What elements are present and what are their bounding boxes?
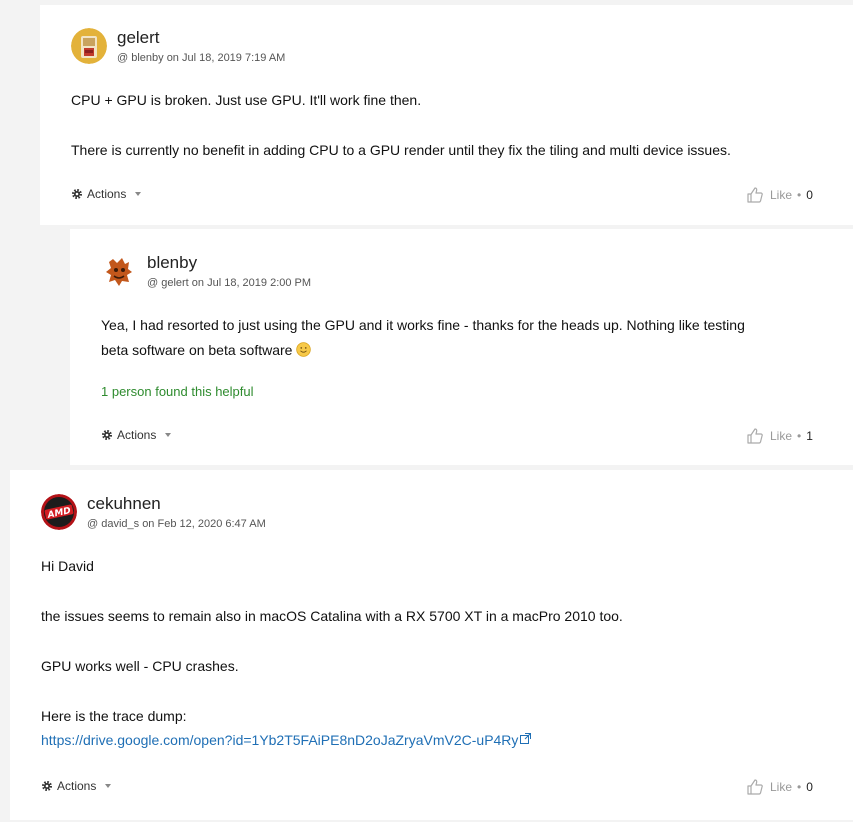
like-button[interactable]: Like <box>746 778 792 796</box>
like-count: 1 <box>806 429 813 443</box>
post-meta: @ david_s on Feb 12, 2020 6:47 AM <box>87 518 266 530</box>
comment-card-cekuhnen: AMD cekuhnen @ david_s on Feb 12, 2020 6… <box>10 470 853 820</box>
like-control: Like • 0 <box>746 186 813 204</box>
like-button[interactable]: Like <box>746 186 792 204</box>
author-name[interactable]: blenby <box>147 253 197 273</box>
actions-menu-button[interactable]: Actions <box>41 779 112 793</box>
thumbs-up-icon <box>747 428 763 444</box>
author-name[interactable]: gelert <box>117 28 160 48</box>
like-control: Like • 1 <box>746 427 813 445</box>
post-paragraph: CPU + GPU is broken. Just use GPU. It'll… <box>71 92 422 108</box>
chevron-down-icon <box>165 433 172 437</box>
post-paragraph: the issues seems to remain also in macOS… <box>41 608 623 624</box>
gear-icon <box>72 189 82 199</box>
avatar-blenby[interactable] <box>101 253 137 289</box>
post-paragraph: beta software on beta software <box>101 342 293 358</box>
post-meta: @ gelert on Jul 18, 2019 2:00 PM <box>147 277 312 289</box>
actions-label: Actions <box>117 428 157 442</box>
smiley-emoji-icon <box>296 342 312 357</box>
post-meta: @ blenby on Jul 18, 2019 7:19 AM <box>117 52 286 64</box>
like-label: Like <box>770 780 793 794</box>
trace-dump-link[interactable]: https://drive.google.com/open?id=1Yb2T5F… <box>41 732 518 748</box>
chevron-down-icon <box>135 192 142 196</box>
thumbs-up-icon <box>747 187 763 203</box>
trace-link-line: https://drive.google.com/open?id=1Yb2T5F… <box>41 728 532 752</box>
author-name[interactable]: cekuhnen <box>87 494 161 514</box>
like-count: 0 <box>806 188 813 202</box>
like-label: Like <box>770 429 793 443</box>
post-paragraph: GPU works well - CPU crashes. <box>41 658 239 674</box>
actions-label: Actions <box>87 187 127 201</box>
comment-card-gelert: gelert @ blenby on Jul 18, 2019 7:19 AM … <box>40 5 853 225</box>
post-paragraph: Yea, I had resorted to just using the GP… <box>101 317 745 333</box>
post-paragraph: There is currently no benefit in adding … <box>71 142 731 158</box>
helpful-count-text: 1 person found this helpful <box>101 384 254 399</box>
like-count: 0 <box>806 780 813 794</box>
post-paragraph: Hi David <box>41 558 94 574</box>
like-label: Like <box>770 188 793 202</box>
avatar-gelert[interactable] <box>71 28 107 64</box>
avatar-cekuhnen[interactable]: AMD <box>41 494 77 530</box>
like-button[interactable]: Like <box>746 427 792 445</box>
post-paragraph-line: beta software on beta software <box>101 338 312 362</box>
like-control: Like • 0 <box>746 778 813 796</box>
chevron-down-icon <box>105 784 112 788</box>
actions-menu-button[interactable]: Actions <box>101 428 172 442</box>
gear-icon <box>102 430 112 440</box>
external-link-icon <box>520 733 532 744</box>
actions-label: Actions <box>57 779 97 793</box>
gear-icon <box>42 781 52 791</box>
thumbs-up-icon <box>747 779 763 795</box>
actions-menu-button[interactable]: Actions <box>71 187 142 201</box>
comment-card-blenby: blenby @ gelert on Jul 18, 2019 2:00 PM … <box>70 229 853 465</box>
post-paragraph: Here is the trace dump: <box>41 708 187 724</box>
